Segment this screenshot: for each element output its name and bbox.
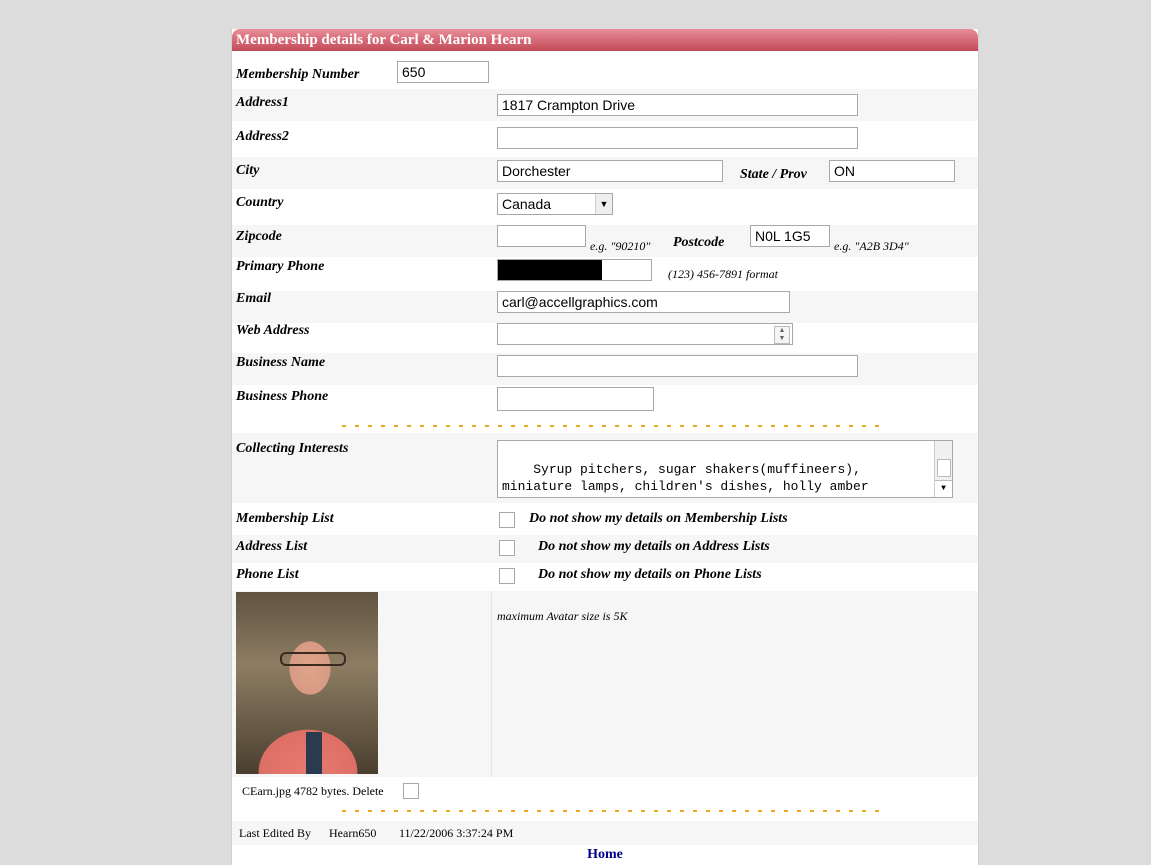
membership-panel: Membership details for Carl & Marion Hea… (231, 29, 979, 865)
row-business-name: Business Name (232, 353, 978, 385)
redaction-block (498, 260, 602, 280)
membership-list-option: Do not show my details on Membership Lis… (529, 511, 788, 526)
membership-number-input[interactable]: 650 (397, 61, 489, 83)
membership-list-checkbox[interactable] (499, 512, 515, 528)
page-title: Membership details for Carl & Marion Hea… (232, 29, 978, 51)
primary-phone-hint: (123) 456-7891 format (668, 267, 778, 281)
address-list-label: Address List (236, 539, 308, 554)
city-input[interactable]: Dorchester (497, 160, 723, 182)
phone-list-option: Do not show my details on Phone Lists (538, 567, 762, 582)
state-input[interactable]: ON (829, 160, 955, 182)
row-business-phone: Business Phone (232, 385, 978, 419)
row-membership-number: Membership Number 650 (232, 51, 978, 87)
row-city: City Dorchester State / Prov ON (232, 157, 978, 189)
row-country: Country Canada ▼ (232, 191, 978, 223)
tie-shape (306, 732, 322, 774)
row-primary-phone: Primary Phone (123) 456-7891 format (232, 259, 978, 291)
membership-list-label: Membership List (236, 511, 334, 526)
section-divider-bottom (342, 810, 882, 812)
collecting-interests-textarea[interactable]: Syrup pitchers, sugar shakers(muffineers… (497, 440, 953, 498)
phone-list-label: Phone List (236, 567, 299, 582)
spinner-icon[interactable]: ▲ ▼ (774, 326, 790, 344)
avatar-file-info: CEarn.jpg 4782 bytes. Delete (242, 784, 384, 798)
country-selected: Canada (502, 196, 552, 212)
last-edited-time: 11/22/2006 3:37:24 PM (399, 826, 514, 840)
address2-input[interactable] (497, 127, 858, 149)
web-address-input[interactable]: ▲ ▼ (497, 323, 793, 345)
business-name-label: Business Name (236, 355, 326, 370)
web-address-label: Web Address (236, 323, 310, 338)
avatar (236, 592, 378, 774)
avatar-note: maximum Avatar size is 5K (497, 609, 628, 623)
business-phone-input[interactable] (497, 387, 654, 411)
membership-number-label: Membership Number (236, 67, 360, 82)
email-input[interactable]: carl@accellgraphics.com (497, 291, 790, 313)
business-phone-label: Business Phone (236, 389, 329, 404)
textarea-scrollbar[interactable]: ▲ ▼ (934, 441, 952, 497)
address-list-option: Do not show my details on Address Lists (538, 539, 770, 554)
row-web-address: Web Address ▲ ▼ (232, 323, 978, 353)
section-divider (342, 425, 882, 427)
scroll-thumb[interactable] (937, 459, 951, 477)
address-list-checkbox[interactable] (499, 540, 515, 556)
row-email: Email carl@accellgraphics.com (232, 291, 978, 323)
last-edited-by: Hearn650 (329, 826, 377, 840)
row-last-edited: Last Edited By Hearn650 11/22/2006 3:37:… (232, 821, 978, 845)
country-label: Country (236, 195, 284, 210)
state-label: State / Prov (740, 167, 807, 182)
phone-list-checkbox[interactable] (499, 568, 515, 584)
address1-label: Address1 (236, 95, 289, 110)
scroll-down-icon[interactable]: ▼ (935, 480, 952, 497)
zipcode-label: Zipcode (236, 229, 282, 244)
avatar-delete-checkbox[interactable] (403, 783, 419, 799)
row-zipcode: Zipcode e.g. "90210" Postcode N0L 1G5 e.… (232, 225, 978, 257)
primary-phone-input[interactable] (497, 259, 652, 281)
row-avatar-file: CEarn.jpg 4782 bytes. Delete (232, 777, 978, 805)
zipcode-hint: e.g. "90210" (590, 239, 651, 253)
row-address-list: Address List Do not show my details on A… (232, 535, 978, 563)
zipcode-input[interactable] (497, 225, 586, 247)
row-address2: Address2 (232, 123, 978, 155)
last-edited-label: Last Edited By (239, 826, 311, 840)
business-name-input[interactable] (497, 355, 858, 377)
collecting-interests-label: Collecting Interests (236, 441, 349, 456)
home-link[interactable]: Home (232, 847, 978, 863)
address2-label: Address2 (236, 129, 289, 144)
primary-phone-label: Primary Phone (236, 259, 325, 274)
postcode-label: Postcode (673, 235, 725, 250)
collecting-interests-text: Syrup pitchers, sugar shakers(muffineers… (502, 462, 884, 497)
avatar-column-divider (491, 591, 492, 777)
row-membership-list: Membership List Do not show my details o… (232, 507, 978, 535)
glasses-shape (280, 652, 346, 666)
postcode-input[interactable]: N0L 1G5 (750, 225, 830, 247)
row-address1: Address1 1817 Crampton Drive (232, 89, 978, 121)
country-select[interactable]: Canada ▼ (497, 193, 613, 215)
address1-input[interactable]: 1817 Crampton Drive (497, 94, 858, 116)
chevron-down-icon[interactable]: ▼ (595, 194, 612, 214)
email-label: Email (236, 291, 272, 306)
row-phone-list: Phone List Do not show my details on Pho… (232, 563, 978, 591)
postcode-hint: e.g. "A2B 3D4" (834, 239, 909, 253)
city-label: City (236, 163, 260, 178)
